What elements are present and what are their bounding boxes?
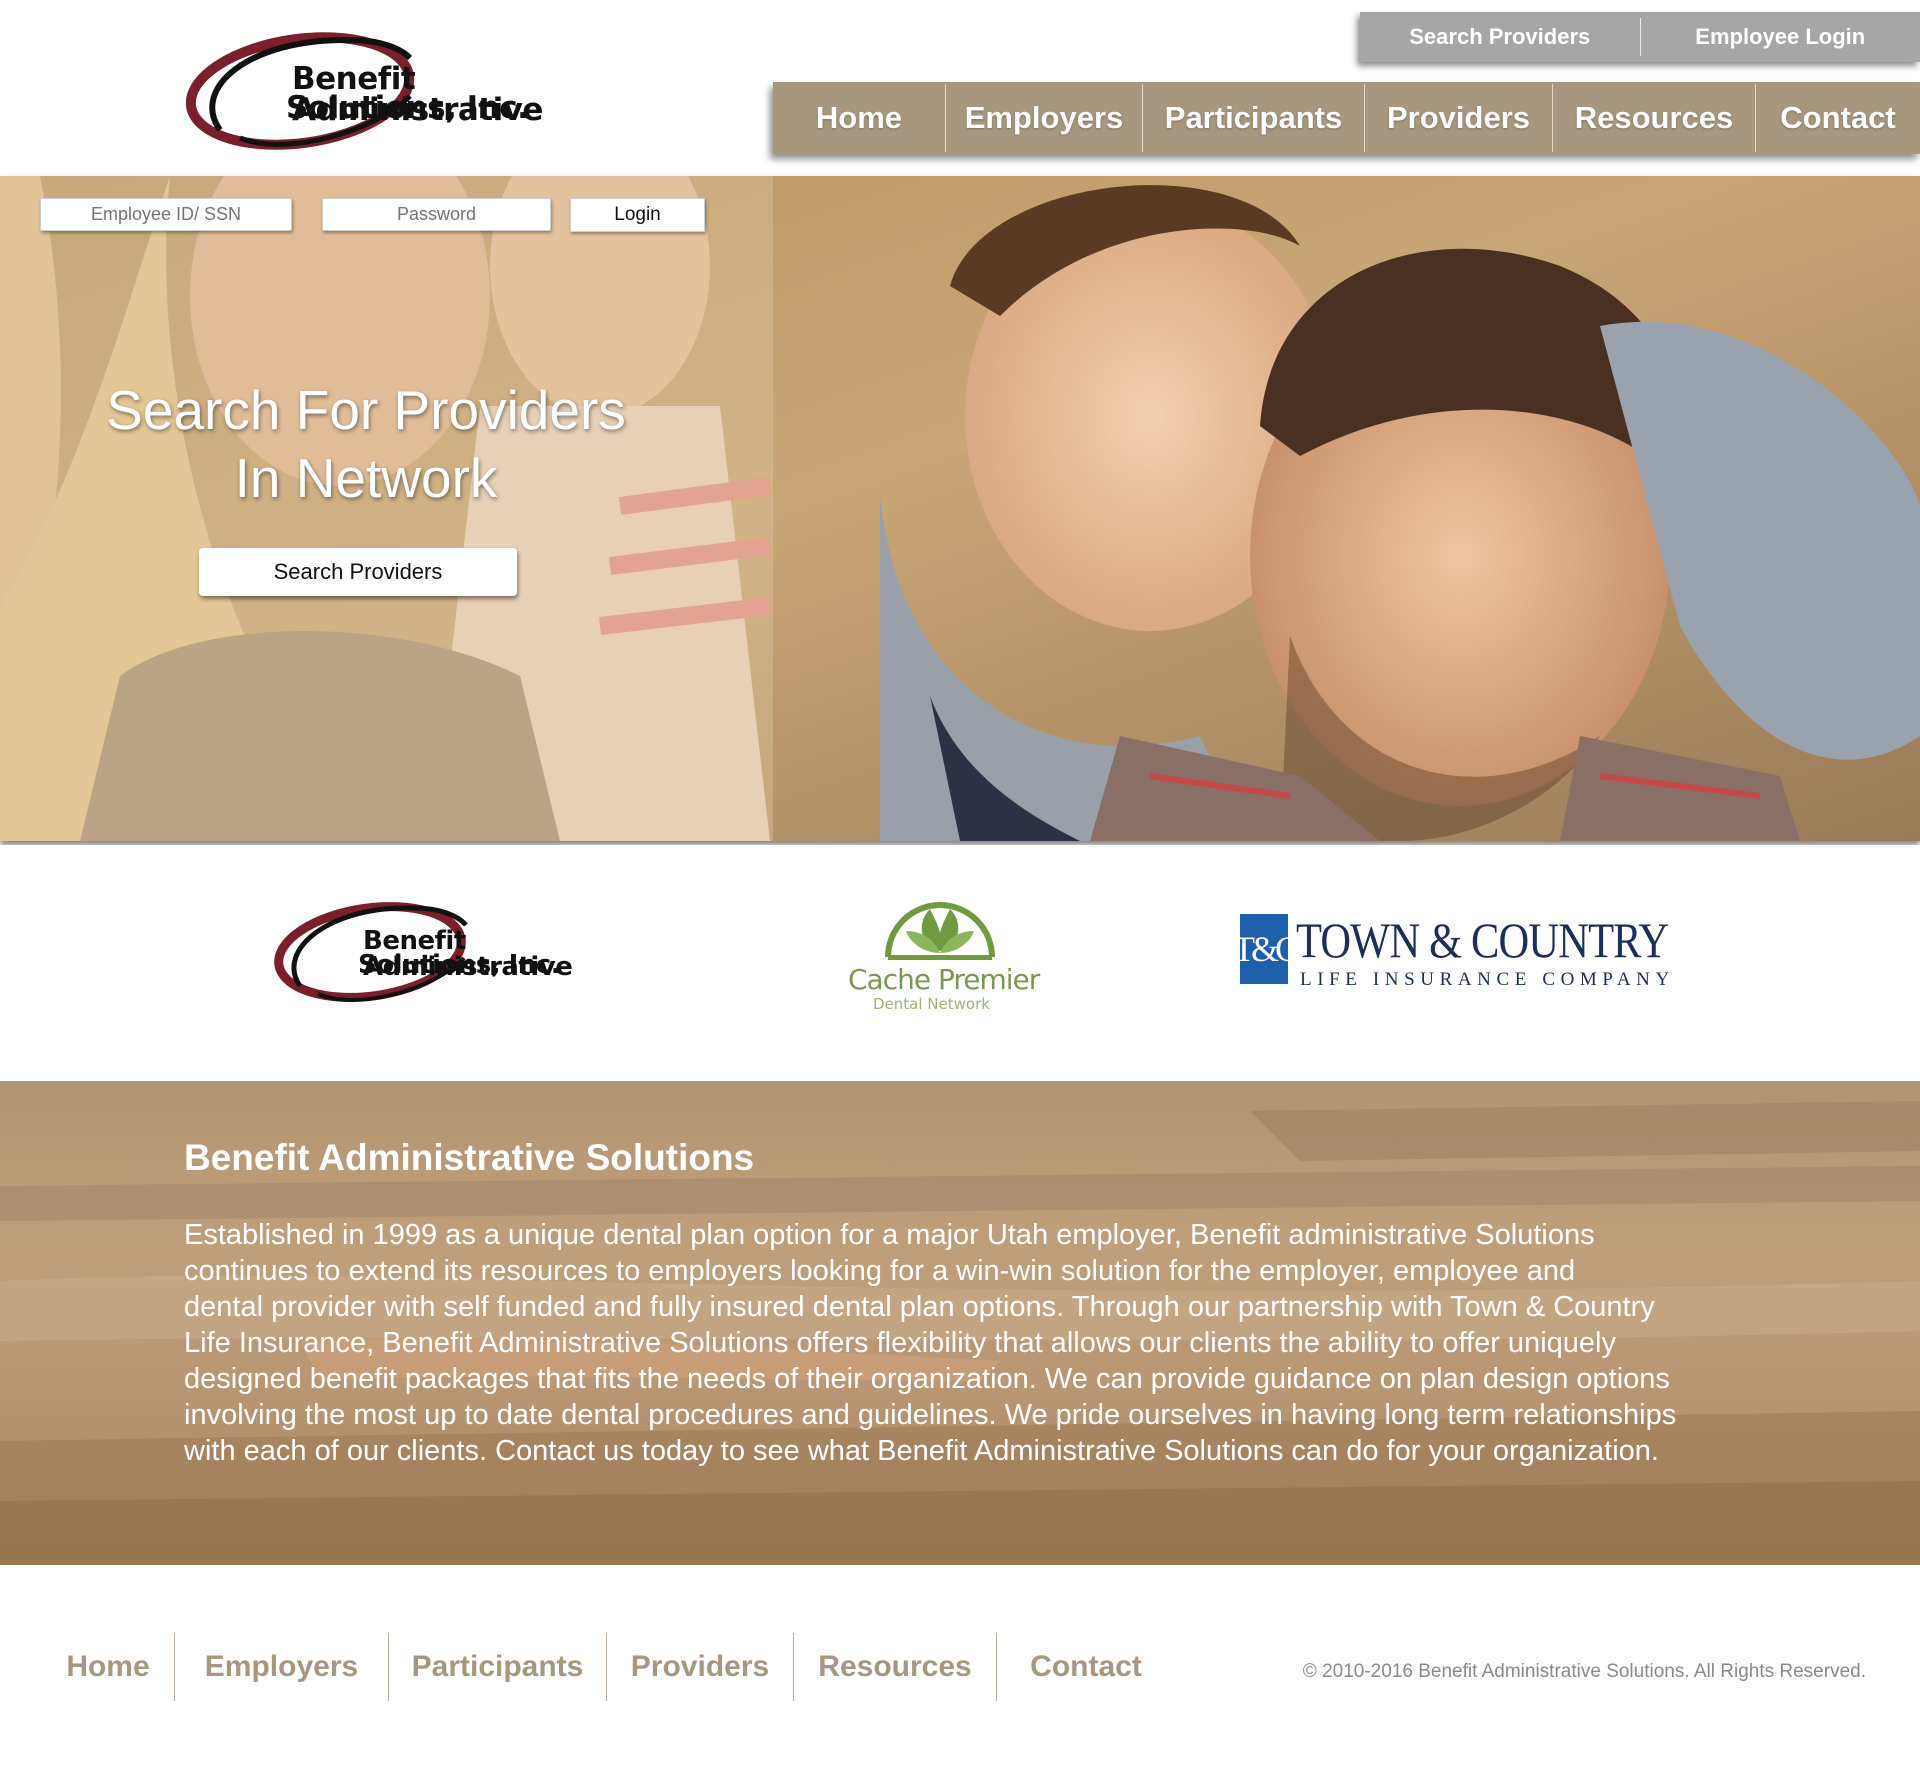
header-logo[interactable]: Benefit Administrative Solutions, Inc. — [180, 18, 640, 168]
nav-home[interactable]: Home — [773, 82, 945, 154]
footer-nav-providers[interactable]: Providers — [607, 1633, 793, 1701]
tc-subtitle: LIFE INSURANCE COMPANY — [1300, 969, 1675, 990]
login-button[interactable]: Login — [570, 198, 705, 232]
footer-nav: Home Employers Participants Providers Re… — [42, 1633, 1175, 1701]
password-input[interactable] — [322, 198, 551, 231]
leaf-icon — [885, 902, 995, 960]
footer-nav-contact[interactable]: Contact — [997, 1633, 1175, 1701]
about-line: with each of our clients. Contact us tod… — [184, 1435, 1659, 1467]
cache-premier-name: Cache Premier — [848, 963, 1040, 996]
hero-heading-line2: In Network — [234, 447, 498, 509]
employee-id-input[interactable] — [40, 198, 292, 231]
hero-banner: Login Search For Providers In Network Se… — [0, 176, 1920, 841]
about-line: Established in 1999 as a unique dental p… — [184, 1219, 1595, 1251]
partner-logo-bas: Benefit Administrative Solutions, Inc. — [270, 890, 650, 1020]
hero-heading-line1: Search For Providers — [106, 379, 626, 441]
employee-login-link[interactable]: Employee Login — [1641, 12, 1920, 62]
nav-resources[interactable]: Resources — [1553, 82, 1755, 154]
about-line: dental provider with self funded and ful… — [184, 1291, 1655, 1323]
about-section: Benefit Administrative Solutions Establi… — [0, 1081, 1920, 1565]
about-line: involving the most up to date dental pro… — [184, 1399, 1677, 1431]
site-footer: Home Employers Participants Providers Re… — [0, 1565, 1920, 1785]
hero-heading: Search For Providers In Network — [60, 376, 672, 512]
tc-title: TOWN & COUNTRY — [1296, 912, 1669, 968]
about-title: Benefit Administrative Solutions — [184, 1137, 755, 1178]
top-utility-bar: Search Providers Employee Login — [1360, 12, 1920, 62]
nav-contact[interactable]: Contact — [1756, 82, 1920, 154]
nav-providers[interactable]: Providers — [1365, 82, 1552, 154]
partner-logos: Benefit Administrative Solutions, Inc. C… — [0, 845, 1920, 1081]
tc-monogram-icon: T&C — [1233, 914, 1299, 984]
copyright-text: © 2010-2016 Benefit Administrative Solut… — [1302, 1661, 1866, 1682]
about-line: designed benefit packages that fits the … — [184, 1363, 1670, 1395]
main-nav: Home Employers Participants Providers Re… — [773, 82, 1920, 154]
about-body: Established in 1999 as a unique dental p… — [184, 1217, 1764, 1469]
partner-logo-cache-premier: Cache Premier Dental Network — [840, 885, 1040, 1015]
footer-nav-employers[interactable]: Employers — [175, 1633, 388, 1701]
about-line: Life Insurance, Benefit Administrative S… — [184, 1327, 1616, 1359]
hero-search-providers-button[interactable]: Search Providers — [199, 548, 517, 596]
site-header: Benefit Administrative Solutions, Inc. S… — [0, 0, 1920, 176]
logo-line2: Solutions, Inc. — [286, 90, 529, 126]
nav-employers[interactable]: Employers — [946, 82, 1142, 154]
about-line: continues to extend its resources to emp… — [184, 1255, 1576, 1287]
footer-nav-resources[interactable]: Resources — [794, 1633, 996, 1701]
cache-premier-sub: Dental Network — [873, 995, 990, 1013]
footer-nav-home[interactable]: Home — [42, 1633, 174, 1701]
partner-bas-line2: Solutions, Inc. — [358, 950, 561, 980]
nav-participants[interactable]: Participants — [1143, 82, 1364, 154]
footer-nav-participants[interactable]: Participants — [389, 1633, 606, 1701]
search-providers-link[interactable]: Search Providers — [1360, 12, 1640, 62]
